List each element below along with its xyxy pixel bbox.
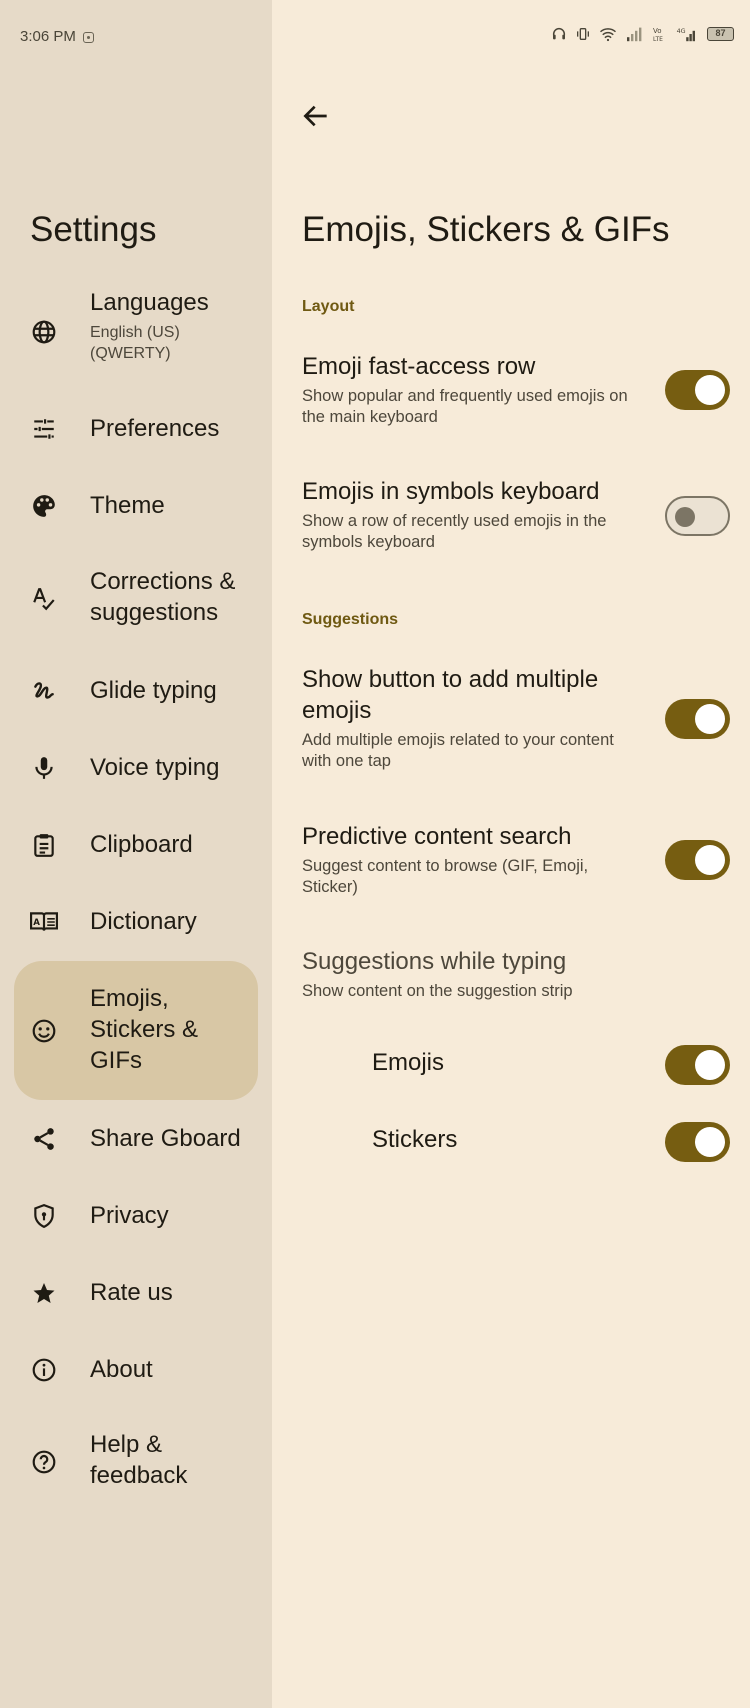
emoji-fast-access-toggle[interactable] (665, 370, 730, 410)
setting-title: Emojis in symbols keyboard (302, 478, 600, 505)
sidebar-item-label: Share Gboard (90, 1125, 241, 1152)
setting-title: Show button to add multiple emojis (302, 666, 599, 724)
sidebar-item-rate-us[interactable]: Rate us (14, 1269, 258, 1317)
sidebar-item-glide-typing[interactable]: Glide typing (14, 667, 258, 715)
setting-suggestions-while-typing: Suggestions while typing Show content on… (302, 946, 642, 1002)
sidebar-item-label: Help & feedback (90, 1431, 188, 1489)
sidebar-item-about[interactable]: About (14, 1346, 258, 1394)
sidebar-item-share[interactable]: Share Gboard (14, 1115, 258, 1163)
add-multiple-emojis-toggle[interactable] (665, 699, 730, 739)
volte-icon: VoLTE (653, 27, 663, 42)
sidebar-item-label: Voice typing (90, 754, 220, 781)
sidebar-item-dictionary[interactable]: A Dictionary (14, 898, 258, 946)
emojis-symbols-toggle[interactable] (665, 496, 730, 536)
setting-title: Emoji fast-access row (302, 353, 536, 380)
setting-add-multiple-emojis[interactable]: Show button to add multiple emojis Add m… (302, 664, 642, 772)
headphones-icon (552, 28, 566, 40)
setting-title: Predictive content search (302, 823, 572, 850)
section-header-layout: Layout (302, 298, 355, 315)
sidebar-item-label: Theme (90, 492, 165, 519)
sidebar-item-languages[interactable]: Languages English (US) (QWERTY) (14, 283, 258, 381)
sidebar-item-label: Rate us (90, 1279, 173, 1306)
setting-sub-stickers[interactable]: Stickers (372, 1126, 457, 1154)
sidebar-item-label: Glide typing (90, 677, 217, 704)
help-icon (30, 1448, 58, 1476)
sidebar-item-label: Emojis, Stickers & GIFs (90, 985, 199, 1074)
sidebar-title: Settings (30, 210, 157, 249)
svg-text:4G: 4G (677, 27, 686, 35)
setting-description: Show a row of recently used emojis in th… (302, 512, 607, 551)
clipboard-icon (30, 831, 58, 859)
svg-text:A: A (33, 918, 40, 928)
gesture-icon (30, 677, 58, 705)
info-icon (30, 1356, 58, 1384)
sub-emojis-toggle[interactable] (665, 1045, 730, 1085)
shield-icon (30, 1202, 58, 1230)
setting-sub-emojis[interactable]: Emojis (372, 1049, 444, 1077)
sidebar-item-corrections[interactable]: Corrections & suggestions (14, 560, 258, 638)
arrow-left-icon (303, 105, 327, 127)
sidebar-item-label: Corrections & suggestions (90, 568, 236, 626)
svg-text:LTE: LTE (653, 36, 663, 42)
sidebar-item-theme[interactable]: Theme (14, 482, 258, 530)
back-button[interactable] (300, 100, 332, 132)
sliders-icon (30, 415, 58, 443)
setting-description: Add multiple emojis related to your cont… (302, 731, 614, 770)
sidebar-item-help[interactable]: Help & feedback (14, 1423, 258, 1501)
sidebar-item-privacy[interactable]: Privacy (14, 1192, 258, 1240)
status-icons: Vo LTE 4G 87 (551, 26, 734, 42)
status-time: 3:06 PM (20, 28, 76, 45)
setting-description: Suggest content to browse (GIF, Emoji, S… (302, 857, 589, 896)
battery-icon: 87 (707, 27, 734, 41)
sidebar-item-preferences[interactable]: Preferences (14, 405, 258, 453)
dictionary-icon: A (30, 908, 58, 936)
sub-stickers-toggle[interactable] (665, 1122, 730, 1162)
wifi-icon (600, 28, 616, 42)
palette-icon (30, 492, 58, 520)
setting-predictive-search[interactable]: Predictive content search Suggest conten… (302, 821, 642, 898)
section-header-suggestions: Suggestions (302, 611, 399, 628)
screen-record-icon (83, 32, 94, 43)
sidebar-item-emojis[interactable]: Emojis, Stickers & GIFs (14, 961, 258, 1100)
sidebar-item-label: Privacy (90, 1202, 169, 1229)
signal-icon (627, 27, 642, 42)
sidebar-item-label: About (90, 1356, 153, 1383)
vibrate-icon (577, 28, 589, 40)
signal-4g-icon: 4G (677, 27, 695, 42)
setting-title: Suggestions while typing (302, 948, 567, 975)
page-title: Emojis, Stickers & GIFs (302, 210, 670, 249)
svg-text:Vo: Vo (653, 27, 662, 35)
sidebar-item-voice-typing[interactable]: Voice typing (14, 744, 258, 792)
sidebar-item-label: Languages (90, 289, 209, 316)
microphone-icon (30, 754, 58, 782)
sidebar-item-label: Dictionary (90, 908, 197, 935)
share-icon (30, 1125, 58, 1153)
spellcheck-icon (30, 585, 58, 613)
smiley-icon (30, 1017, 58, 1045)
star-icon (30, 1279, 58, 1307)
setting-description: Show content on the suggestion strip (302, 982, 573, 1000)
predictive-search-toggle[interactable] (665, 840, 730, 880)
setting-description: Show popular and frequently used emojis … (302, 387, 628, 426)
setting-emoji-fast-access[interactable]: Emoji fast-access row Show popular and f… (302, 351, 642, 428)
sidebar-item-label: Clipboard (90, 831, 193, 858)
sidebar-item-sublabel: English (US) (QWERTY) (90, 324, 180, 362)
sidebar-item-label: Preferences (90, 415, 220, 442)
sidebar-item-clipboard[interactable]: Clipboard (14, 821, 258, 869)
globe-icon (30, 318, 58, 346)
setting-emojis-symbols[interactable]: Emojis in symbols keyboard Show a row of… (302, 476, 642, 553)
